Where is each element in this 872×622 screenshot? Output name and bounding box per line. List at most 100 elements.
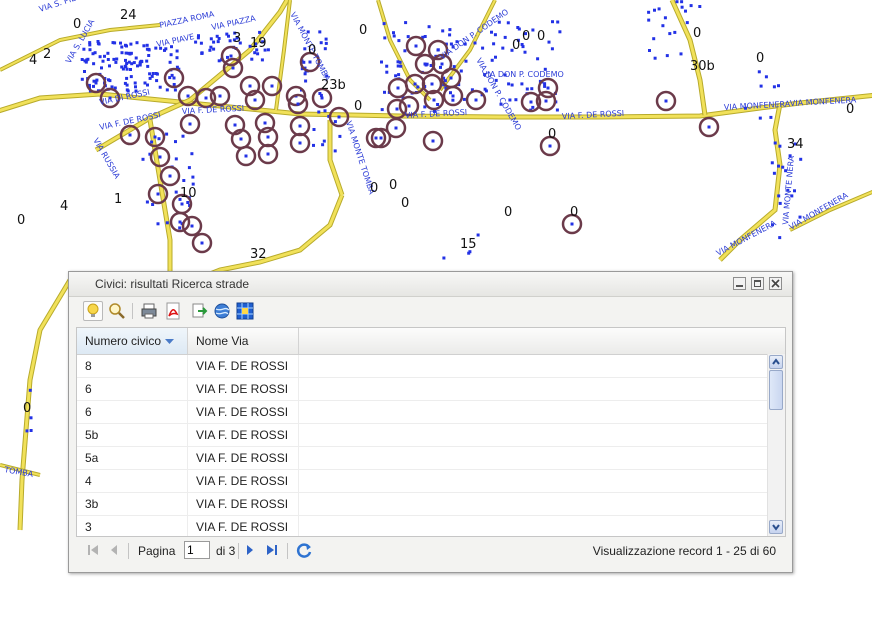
- minimize-icon[interactable]: [733, 277, 746, 290]
- civic-point: [93, 51, 97, 55]
- cell-numero-civico: 5a: [77, 447, 188, 469]
- civic-point: [29, 416, 33, 420]
- civic-point: [175, 56, 179, 60]
- cell-numero-civico: 4: [77, 470, 188, 492]
- next-page-icon[interactable]: [244, 543, 256, 557]
- civic-point: [233, 123, 237, 127]
- civic-point: [459, 69, 463, 73]
- civic-number-label: 32: [250, 247, 267, 262]
- civic-point: [25, 429, 29, 433]
- civic-point: [134, 85, 137, 89]
- road-label: PIAZZA ROMA: [159, 9, 216, 30]
- scroll-down-icon[interactable]: [769, 520, 783, 534]
- civic-point: [707, 125, 711, 129]
- civic-point: [215, 34, 219, 38]
- civic-point: [83, 70, 86, 73]
- civic-point: [150, 140, 154, 144]
- civic-number-label: 0: [354, 99, 362, 114]
- civic-number-label: 0: [401, 196, 409, 211]
- refresh-icon[interactable]: [296, 542, 313, 559]
- page-number-input[interactable]: [184, 541, 210, 559]
- civic-point: [385, 70, 389, 74]
- table-row[interactable]: 3 VIA F. DE ROSSI: [77, 516, 767, 536]
- civic-point: [492, 42, 496, 46]
- civic-point: [322, 139, 326, 143]
- civic-point: [168, 60, 172, 64]
- civic-point: [380, 60, 383, 64]
- civic-point: [80, 77, 84, 81]
- prev-page-icon[interactable]: [108, 543, 120, 557]
- civic-point: [680, 0, 684, 4]
- cell-nome-via: VIA F. DE ROSSI: [188, 447, 299, 469]
- cell-numero-civico: 6: [77, 401, 188, 423]
- civic-point: [397, 73, 401, 77]
- civic-number-label: 0: [846, 102, 854, 117]
- civic-point: [406, 35, 410, 39]
- table-row[interactable]: 4 VIA F. DE ROSSI: [77, 470, 767, 493]
- civic-number-label: 0: [693, 26, 701, 41]
- table-row[interactable]: 8 VIA F. DE ROSSI: [77, 355, 767, 378]
- civic-point: [430, 82, 434, 86]
- zoom-icon[interactable]: [108, 302, 126, 320]
- window-titlebar[interactable]: Civici: risultati Ricerca strade: [69, 272, 792, 297]
- civic-point: [799, 157, 803, 161]
- results-window[interactable]: Civici: risultati Ricerca strade Numero …: [68, 271, 793, 573]
- table-row[interactable]: 6 VIA F. DE ROSSI: [77, 401, 767, 424]
- civic-point: [547, 40, 551, 44]
- export-icon[interactable]: [190, 302, 208, 320]
- table-row[interactable]: 5b VIA F. DE ROSSI: [77, 424, 767, 447]
- civic-point: [175, 49, 179, 53]
- civic-point: [490, 30, 493, 34]
- civic-number-label: 0: [359, 23, 367, 38]
- civic-point: [525, 87, 529, 91]
- scroll-thumb[interactable]: [769, 370, 783, 410]
- first-page-icon[interactable]: [86, 543, 100, 557]
- civic-point: [151, 203, 155, 206]
- cell-nome-via: VIA F. DE ROSSI: [188, 355, 299, 377]
- pdf-icon[interactable]: [164, 302, 182, 320]
- civic-point: [190, 224, 194, 228]
- road-label: VIA MONFENERA: [715, 218, 778, 257]
- column-header-nome-via[interactable]: Nome Via: [188, 328, 299, 354]
- civic-point: [263, 121, 267, 125]
- close-icon[interactable]: [769, 277, 782, 290]
- table-row[interactable]: 5a VIA F. DE ROSSI: [77, 447, 767, 470]
- civic-point: [141, 157, 145, 161]
- civic-point: [119, 41, 122, 45]
- civic-point: [530, 87, 534, 91]
- globe-icon[interactable]: [213, 302, 231, 320]
- civic-point: [507, 82, 511, 86]
- civic-point: [190, 152, 194, 156]
- civic-point: [436, 103, 440, 106]
- civic-point: [441, 29, 445, 33]
- civic-point: [663, 16, 667, 20]
- cell-numero-civico: 8: [77, 355, 188, 377]
- grid-scrollbar[interactable]: [767, 354, 785, 536]
- maximize-icon[interactable]: [751, 277, 764, 290]
- civic-point: [88, 43, 92, 47]
- last-page-icon[interactable]: [265, 543, 279, 557]
- civic-point: [158, 85, 162, 89]
- civic-number-label: 10: [180, 186, 197, 201]
- results-grid[interactable]: Numero civico Nome Via 8 VIA F. DE ROSSI 6…: [76, 327, 786, 537]
- civic-point: [772, 171, 776, 175]
- civic-point: [108, 64, 111, 68]
- civic-point: [462, 97, 466, 101]
- lightbulb-icon[interactable]: [83, 301, 103, 321]
- civic-point: [133, 81, 137, 85]
- civic-point: [333, 149, 337, 153]
- civic-point: [169, 53, 173, 57]
- column-header-numero-civico[interactable]: Numero civico: [77, 328, 188, 354]
- scroll-up-icon[interactable]: [769, 355, 783, 369]
- civic-number-label: 23b: [321, 78, 346, 93]
- civic-point: [679, 52, 683, 56]
- grid-select-icon[interactable]: [236, 302, 254, 320]
- print-icon[interactable]: [140, 302, 158, 320]
- table-row[interactable]: 6 VIA F. DE ROSSI: [77, 378, 767, 401]
- table-row[interactable]: 3b VIA F. DE ROSSI: [77, 493, 767, 516]
- civic-point: [312, 143, 315, 147]
- civic-point: [135, 41, 139, 45]
- civic-point: [323, 109, 327, 113]
- civic-point: [321, 143, 325, 147]
- civic-point: [778, 144, 782, 148]
